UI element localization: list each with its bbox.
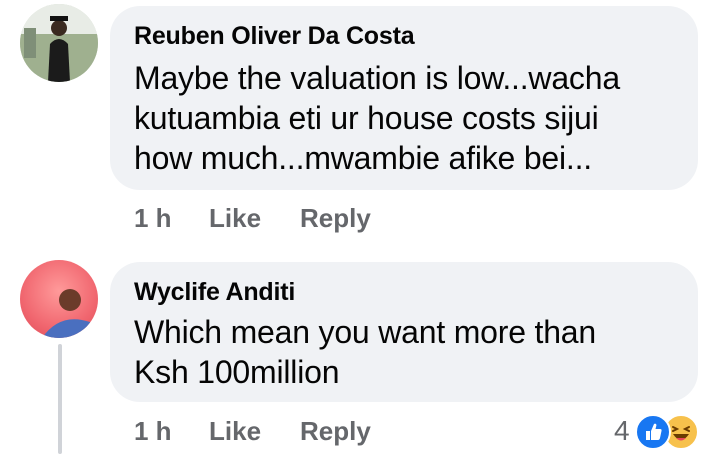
comment-text-line: Maybe the valuation is low...wacha [134,60,620,96]
reply-button[interactable]: Reply [300,416,371,447]
comment-bubble: Reuben Oliver Da Costa Maybe the valuati… [110,6,698,190]
comment-author[interactable]: Reuben Oliver Da Costa [134,22,415,51]
avatar[interactable] [20,260,98,338]
reply-thread-line [58,344,62,454]
like-button[interactable]: Like [209,416,261,447]
comment-author[interactable]: Wyclife Anditi [134,278,295,307]
avatar[interactable] [20,4,98,82]
comment-text-line: how much...mwambie afike bei... [134,140,592,176]
comment-text-line: kutuambia eti ur house costs sijui [134,100,599,136]
like-button[interactable]: Like [209,203,261,234]
like-icon[interactable] [635,414,671,450]
reaction-count[interactable]: 4 [614,415,630,447]
comment-timestamp[interactable]: 1 h [134,203,172,234]
reply-button[interactable]: Reply [300,203,371,234]
comment-bubble: Wyclife Anditi Which mean you want more … [110,262,698,402]
comment-timestamp[interactable]: 1 h [134,416,172,447]
comment-text-line: Ksh 100million [134,354,340,390]
comment-text-line: Which mean you want more than [134,314,596,350]
